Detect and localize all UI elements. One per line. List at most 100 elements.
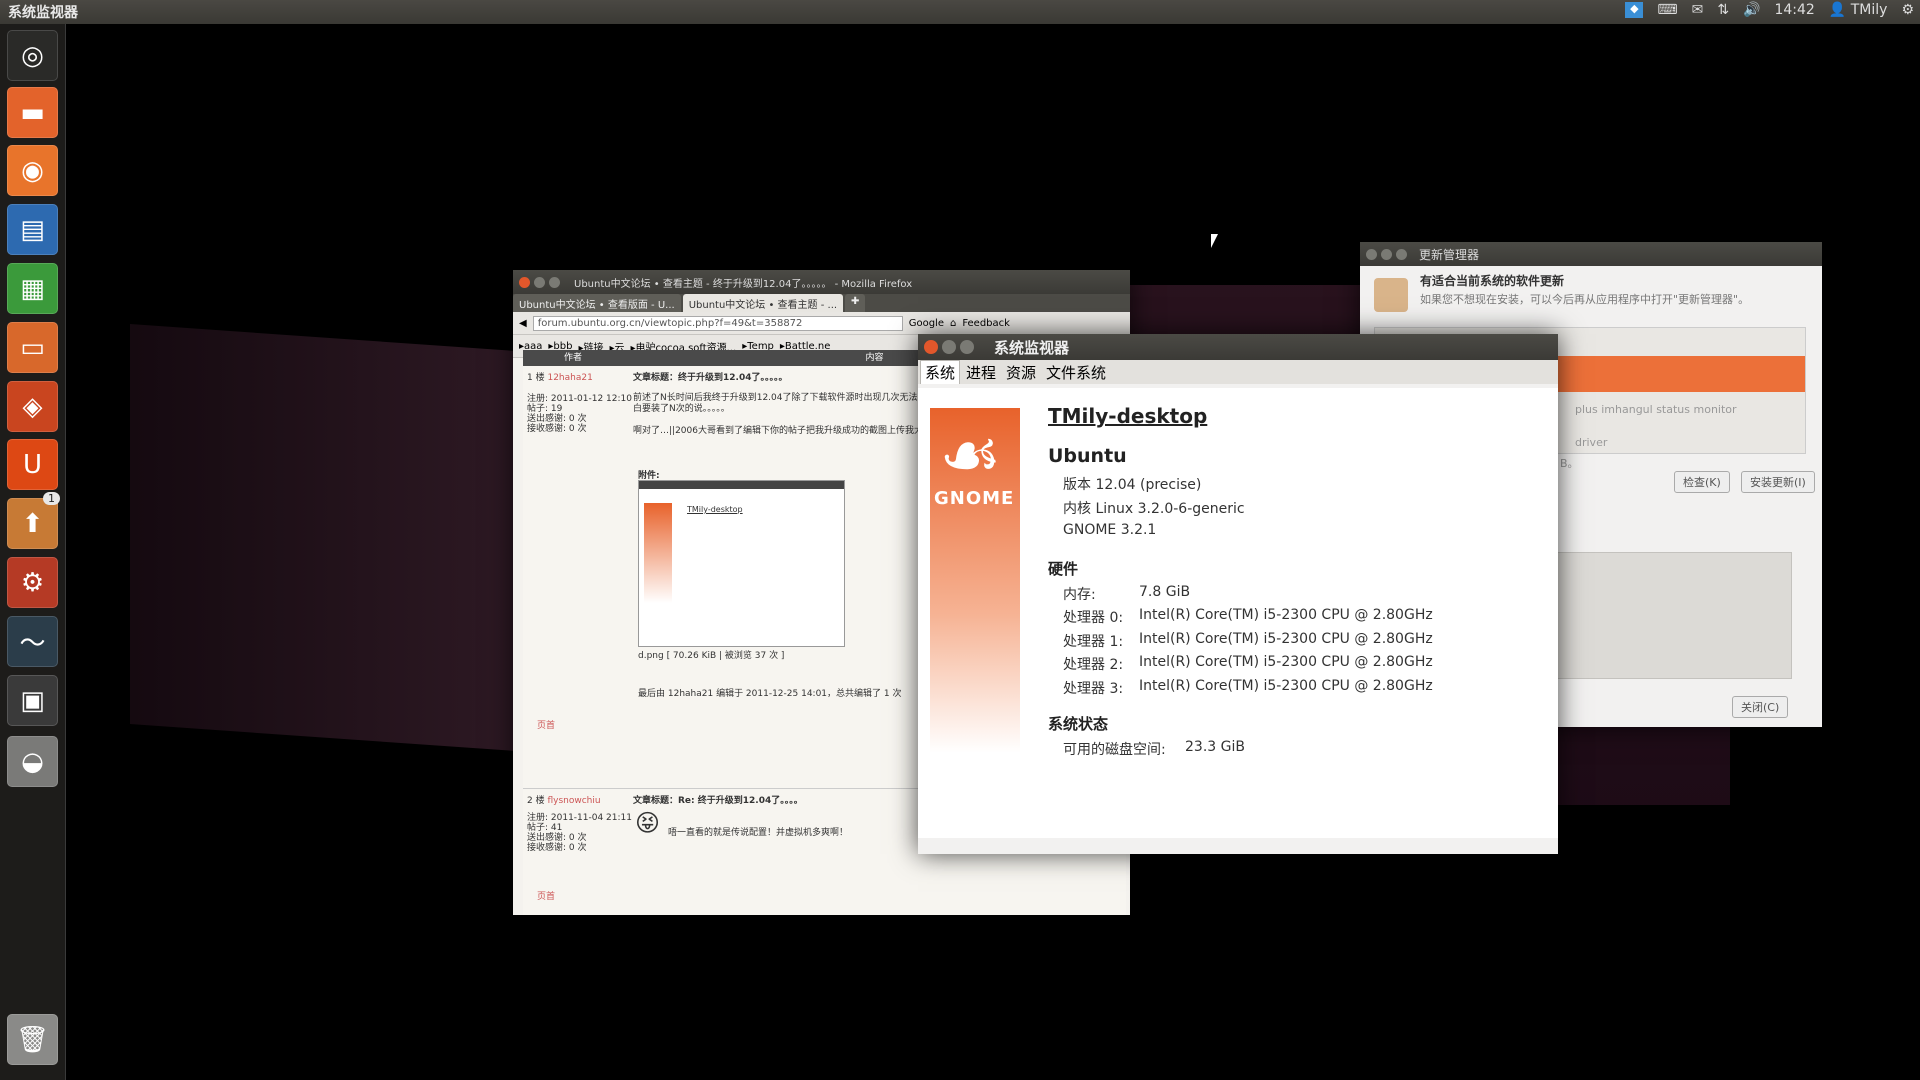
- cpu-label: 处理器 0:: [1063, 610, 1124, 626]
- tab-system[interactable]: 系统: [920, 360, 961, 384]
- check-button[interactable]: 检查(K): [1674, 471, 1730, 493]
- back-to-top-link[interactable]: 页首: [537, 718, 555, 731]
- dropbox-icon[interactable]: ◆: [1625, 2, 1644, 18]
- network-icon[interactable]: ⇅: [1717, 2, 1729, 18]
- author-meta-line: 帖子: 41: [527, 823, 563, 833]
- update-manager-title: 更新管理器: [1419, 247, 1480, 262]
- thumb-logo: [644, 503, 672, 603]
- back-to-top-link[interactable]: 页首: [537, 889, 555, 902]
- maximize-icon[interactable]: [960, 340, 974, 354]
- volume-icon[interactable]: 🔊: [1743, 2, 1760, 18]
- update-manager-titlebar[interactable]: 更新管理器: [1360, 242, 1822, 266]
- close-button[interactable]: 关闭(C): [1732, 696, 1789, 718]
- top-panel: 系统监视器 ◆ ⌨ ✉ ⇅ 🔊 14:42 👤 TMily ⚙: [0, 0, 1920, 24]
- author-meta-line: 送出感谢: 0 次: [527, 414, 587, 424]
- workspace-switcher-icon[interactable]: ▣: [7, 675, 58, 726]
- system-settings-icon[interactable]: ⚙: [7, 557, 58, 608]
- update-heading: 有适合当前系统的软件更新: [1420, 274, 1565, 288]
- post-author[interactable]: 12haha21: [547, 373, 592, 383]
- post-floor: 1 楼: [527, 373, 545, 383]
- thumb-titlebar: [639, 481, 844, 489]
- post-body-2: 啊对了…||2006大哥看到了编辑下你的帖子把我升级成功的截图上传我大概3周前.…: [633, 426, 965, 436]
- smiley-icon: 😝: [635, 809, 661, 837]
- new-tab-icon[interactable]: ✚: [845, 294, 866, 312]
- update-manager-icon[interactable]: ⬆ 1: [7, 492, 60, 549]
- writer-icon[interactable]: ▤: [7, 204, 58, 255]
- cpu-label: 处理器 3:: [1063, 680, 1124, 697]
- memory-value: 7.8 GiB: [1139, 584, 1191, 600]
- impress-icon[interactable]: ▭: [7, 322, 58, 373]
- install-updates-button[interactable]: 安装更新(I): [1741, 471, 1815, 493]
- firefox-tab-1[interactable]: Ubuntu中文论坛 • 查看版面 - U...: [513, 294, 681, 312]
- feedback-button[interactable]: Feedback: [962, 318, 1010, 329]
- ubuntu-one-icon[interactable]: U: [7, 439, 58, 490]
- post-subject: 文章标题：Re: 终于升级到12.04了。。。。: [633, 796, 803, 806]
- close-icon[interactable]: [924, 340, 938, 354]
- clock[interactable]: 14:42: [1774, 2, 1814, 18]
- minimize-icon[interactable]: [942, 340, 956, 354]
- download-size-label: B。: [1560, 457, 1579, 470]
- post-subject: 文章标题：终于升级到12.04了。。。。。: [633, 373, 788, 383]
- minimize-icon[interactable]: [534, 276, 545, 288]
- disk-row: 可用的磁盘空间: 23.3 GiB: [1063, 739, 1245, 759]
- memory-label: 内存:: [1063, 587, 1096, 603]
- firefox-navbar: ◀ forum.ubuntu.org.cn/viewtopic.php?f=49…: [513, 312, 1130, 335]
- files-icon[interactable]: ▬: [7, 87, 58, 138]
- active-app-title: 系统监视器: [8, 5, 78, 21]
- cpu-label: 处理器 1:: [1063, 633, 1124, 650]
- post-author-meta: 注册: 2011-01-12 12:10 帖子: 19 送出感谢: 0 次接收感谢:…: [527, 394, 632, 434]
- update-item-label-2: driver: [1575, 436, 1608, 449]
- gear-icon[interactable]: ⚙: [1901, 2, 1914, 18]
- close-icon[interactable]: [519, 276, 530, 288]
- cpu-value: Intel(R) Core(TM) i5-2300 CPU @ 2.80GHz: [1139, 677, 1433, 694]
- tab-resources[interactable]: 资源: [1002, 361, 1040, 384]
- launcher: ◎ ▬ ◉ ▤ ▦ ▭ ◈ U ⬆ 1 ⚙ 〜 ▣ ◒ 🗑: [0, 24, 66, 1080]
- system-status-heading: 系统状态: [1048, 715, 1109, 733]
- author-meta-line: 接收感谢: 0 次: [527, 424, 587, 434]
- package-icon: [1374, 278, 1408, 312]
- attachment-thumbnail[interactable]: TMily-desktop: [638, 480, 845, 647]
- attachment-filename[interactable]: d.png [ 70.26 KiB | 被浏览 37 次 ]: [638, 648, 784, 661]
- post-author[interactable]: flysnowchiu: [547, 796, 600, 806]
- author-meta-line: 送出感谢: 0 次: [527, 833, 587, 843]
- url-bar[interactable]: forum.ubuntu.org.cn/viewtopic.php?f=49&t…: [532, 315, 903, 331]
- update-count-badge: 1: [43, 492, 60, 505]
- gnome-logo-text: GNOME: [934, 488, 1015, 509]
- system-monitor-titlebar[interactable]: 系统监视器: [918, 334, 1558, 360]
- disk-value: 23.3 GiB: [1185, 739, 1245, 755]
- system-monitor-icon[interactable]: 〜: [7, 616, 58, 667]
- tab-processes[interactable]: 进程: [962, 361, 1000, 384]
- tab-filesystems[interactable]: 文件系统: [1042, 361, 1110, 384]
- firefox-titlebar[interactable]: Ubuntu中文论坛 • 查看主题 - 终于升级到12.04了。。。。。 - M…: [513, 270, 1130, 294]
- search-box[interactable]: Google: [909, 318, 944, 329]
- minimize-icon[interactable]: [1381, 248, 1392, 260]
- gnome-version: GNOME 3.2.1: [1063, 522, 1157, 538]
- maximize-icon[interactable]: [549, 276, 560, 288]
- software-center-icon[interactable]: ◈: [7, 381, 58, 432]
- user-icon: 👤: [1828, 2, 1847, 18]
- maximize-icon[interactable]: [1396, 248, 1407, 260]
- author-meta-line: 注册: 2011-11-04 21:11: [527, 813, 632, 823]
- system-monitor-tabs: 系统 进程 资源 文件系统: [918, 360, 1558, 384]
- close-icon[interactable]: [1366, 248, 1377, 260]
- user-menu[interactable]: 👤 TMily: [1829, 2, 1888, 18]
- back-icon[interactable]: ◀: [519, 318, 527, 329]
- home-icon[interactable]: ⌂: [950, 318, 956, 329]
- firefox-icon[interactable]: ◉: [7, 145, 58, 196]
- disk-icon[interactable]: ◒: [7, 736, 58, 787]
- update-subheading: 如果您不想现在安装，可以今后再从应用程序中打开"更新管理器"。: [1420, 293, 1750, 306]
- firefox-tab-2[interactable]: Ubuntu中文论坛 • 查看主题 - ...: [682, 294, 844, 312]
- system-monitor-window[interactable]: 系统监视器 系统 进程 资源 文件系统 ☙ GNOME TMily-deskto…: [918, 334, 1558, 854]
- system-monitor-title: 系统监视器: [994, 338, 1070, 357]
- cpu-value: Intel(R) Core(TM) i5-2300 CPU @ 2.80GHz: [1139, 630, 1433, 647]
- os-name: Ubuntu: [1048, 445, 1127, 467]
- calc-icon[interactable]: ▦: [7, 263, 58, 314]
- mail-icon[interactable]: ✉: [1692, 2, 1704, 18]
- system-tray: ◆ ⌨ ✉ ⇅ 🔊 14:42 👤 TMily ⚙: [1625, 2, 1914, 18]
- keyboard-icon[interactable]: ⌨: [1657, 2, 1677, 18]
- cpu-row: 处理器 1: Intel(R) Core(TM) i5-2300 CPU @ 2.…: [1063, 631, 1433, 651]
- thumb-hostname: TMily-desktop: [687, 505, 743, 514]
- trash-icon[interactable]: 🗑: [7, 1014, 58, 1065]
- dash-icon[interactable]: ◎: [7, 30, 58, 81]
- cpu-label: 处理器 2:: [1063, 657, 1124, 673]
